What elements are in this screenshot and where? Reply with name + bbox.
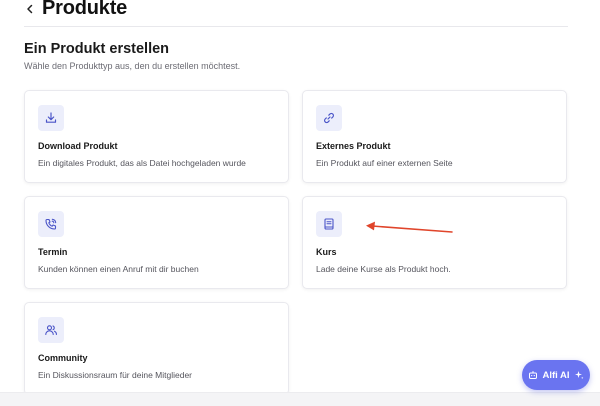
card-icon-box: [316, 211, 342, 237]
back-button[interactable]: [22, 1, 38, 17]
download-icon: [45, 112, 57, 123]
card-icon-box: [38, 317, 64, 343]
product-type-card-external[interactable]: Externes Produkt Ein Produkt auf einer e…: [302, 90, 567, 183]
header-divider: [24, 26, 568, 27]
product-type-card-appointment[interactable]: Termin Kunden können einen Anruf mit dir…: [24, 196, 289, 289]
product-type-card-community[interactable]: Community Ein Diskussionsraum für deine …: [24, 302, 289, 395]
card-icon-box: [38, 105, 64, 131]
card-title: Externes Produkt: [316, 141, 391, 151]
page-header: Produkte: [0, 0, 600, 24]
robot-icon: [529, 371, 538, 379]
product-type-card-course[interactable]: Kurs Lade deine Kurse als Produkt hoch.: [302, 196, 567, 289]
ai-button-label: Alfi AI: [542, 369, 570, 381]
card-title: Community: [38, 353, 88, 363]
card-title: Termin: [38, 247, 68, 257]
section-subtitle: Wähle den Produkttyp aus, den du erstell…: [24, 61, 241, 71]
alfi-ai-button[interactable]: Alfi AI: [522, 360, 590, 390]
card-icon-box: [38, 211, 64, 237]
product-type-card-download[interactable]: Download Produkt Ein digitales Produkt, …: [24, 90, 289, 183]
card-description: Ein digitales Produkt, das als Datei hoc…: [38, 158, 246, 168]
section-title: Ein Produkt erstellen: [24, 41, 170, 57]
card-description: Ein Produkt auf einer externen Seite: [316, 158, 453, 168]
link-icon: [324, 112, 334, 124]
chevron-left-icon: [27, 4, 33, 14]
phone-call-icon: [45, 218, 57, 230]
page-title: Produkte: [42, 0, 128, 19]
users-icon: [45, 325, 57, 336]
bottom-bar: [0, 392, 600, 406]
sparkle-icon: [574, 371, 583, 379]
card-title: Kurs: [316, 247, 337, 257]
card-description: Kunden können einen Anruf mit dir buchen: [38, 264, 199, 274]
card-title: Download Produkt: [38, 141, 118, 151]
card-description: Lade deine Kurse als Produkt hoch.: [316, 264, 451, 274]
card-description: Ein Diskussionsraum für deine Mitglieder: [38, 370, 193, 380]
annotation-arrow-icon: [366, 221, 453, 233]
book-icon: [324, 218, 334, 230]
card-icon-box: [316, 105, 342, 131]
